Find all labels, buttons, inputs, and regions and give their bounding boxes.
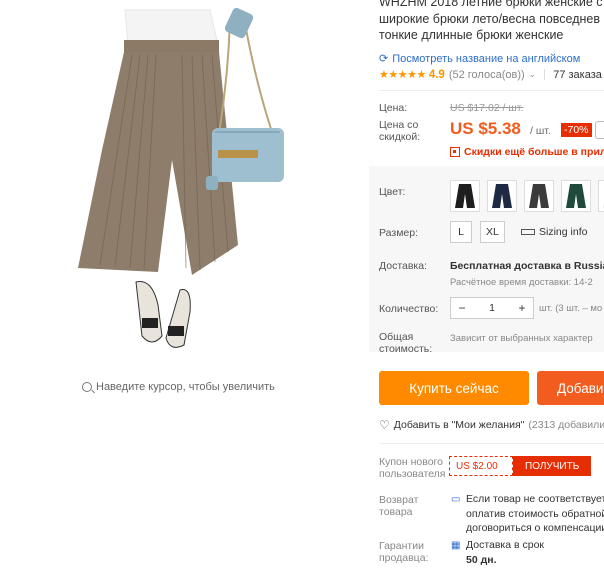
ruler-icon (521, 229, 535, 235)
translate-icon: ⟳ (379, 53, 389, 65)
color-swatch-grey[interactable] (524, 180, 554, 212)
guarantee-line: 50 дн. (466, 553, 544, 568)
quantity-decrease-button[interactable]: − (451, 301, 473, 315)
sizing-info-text[interactable]: Sizing info (539, 226, 587, 238)
title-line: широкие брюки лето/весна повседнев (379, 11, 601, 26)
wishlist-link[interactable]: ♡ Добавить в "Мои желания" (2313 добавил… (379, 418, 604, 432)
app-promo-text[interactable]: Скидки ещё больше в прило (464, 146, 604, 158)
color-swatch-white[interactable] (598, 180, 604, 212)
discount-price-label: Цена со скидкой: (379, 119, 431, 143)
quantity-label: Количество: (379, 303, 439, 315)
magnifier-icon (82, 382, 92, 392)
add-to-cart-button[interactable]: Добави (537, 371, 604, 405)
guarantee-label: Гарантии продавца: (379, 540, 428, 564)
shipping-method[interactable]: Бесплатная доставка в Russian (450, 260, 604, 272)
total-label-line: стоимость: (379, 343, 433, 355)
calendar-icon: ▦ (451, 540, 461, 551)
total-value: Зависит от выбранных характер (450, 333, 593, 344)
color-label: Цвет: (379, 186, 406, 198)
rating-value: 4.9 (428, 68, 445, 81)
discount-badge: -70% (561, 123, 592, 137)
coupon-label: Купон нового пользователя (379, 456, 446, 480)
qr-code-icon (450, 147, 460, 157)
pants-thumbnail (455, 184, 475, 208)
pants-thumbnail (566, 184, 586, 208)
price-unit: / шт. (530, 125, 551, 137)
votes-count[interactable]: (52 голоса(ов)) (449, 69, 525, 81)
zoom-hint: Наведите курсор, чтобы увеличить (82, 381, 275, 393)
product-gallery: Наведите курсор, чтобы увеличить (0, 0, 360, 570)
return-label-line: Возврат (379, 494, 419, 506)
return-label-line: товара (379, 506, 413, 518)
shipping-time: Расчётное время доставки: 14-2 (450, 277, 593, 288)
get-coupon-button[interactable]: ПОЛУЧИТЬ (513, 456, 592, 476)
quantity-stepper: − 1 + (450, 297, 534, 319)
size-label: Размер: (379, 227, 419, 239)
title-line: WHZHM 2018 летние брюки женские с (379, 0, 603, 9)
star-rating-icon: ★★★★★ (379, 69, 426, 81)
return-policy-line: договориться о компенсации (466, 522, 604, 534)
sizing-info-link[interactable]: Sizing info (521, 226, 587, 238)
app-promo[interactable]: Скидки ещё больше в прило (450, 146, 604, 158)
divider (379, 443, 604, 444)
chevron-down-icon[interactable]: ⌄ (529, 69, 537, 80)
guarantee-days: 50 дн. (466, 553, 497, 566)
color-swatch-black[interactable] (450, 180, 480, 212)
coupon-label-line: Купон нового (379, 456, 443, 468)
return-label: Возврат товара (379, 494, 418, 518)
translate-link[interactable]: ⟳ Посмотреть название на английском (379, 52, 580, 66)
guarantee-label-line: продавца: (379, 552, 429, 564)
title-line: тонкие длинные брюки женские (379, 28, 564, 42)
price-alert-button[interactable] (595, 121, 604, 139)
divider (379, 90, 604, 91)
coupon-label-line: пользователя (379, 468, 446, 480)
color-swatches (450, 180, 604, 212)
current-price: US $5.38 (450, 119, 521, 138)
translate-link-text[interactable]: Посмотреть название на английском (392, 53, 580, 65)
heart-icon: ♡ (379, 418, 390, 432)
separator (544, 69, 546, 80)
color-swatch-navy[interactable] (487, 180, 517, 212)
rating-row: ★★★★★ 4.9 (52 голоса(ов)) ⌄ 77 заказа (379, 68, 602, 82)
size-option-xl[interactable]: XL (480, 221, 505, 243)
total-label-line: Общая (379, 331, 414, 343)
size-option-l[interactable]: L (450, 221, 472, 243)
wishlist-count: (2313 добавили (528, 419, 604, 431)
guarantee-line: Доставка в срок (466, 539, 545, 551)
discount-price-label-text: Цена со скидкой: (379, 119, 421, 143)
coupon-amount: US $2.00 (449, 456, 513, 476)
pants-thumbnail (529, 184, 549, 208)
orders-count: 77 заказа (553, 68, 602, 81)
return-policy-icon: ▭ (451, 494, 461, 505)
wishlist-text[interactable]: Добавить в "Мои желания" (394, 419, 525, 431)
return-policy-text: Если товар не соответствует оплатив стои… (466, 492, 604, 536)
pants-thumbnail (492, 184, 512, 208)
buy-now-button[interactable]: Купить сейчас (379, 371, 529, 405)
return-policy-line: Если товар не соответствует (466, 493, 604, 505)
quantity-input[interactable]: 1 (481, 302, 503, 314)
product-photo[interactable] (40, 0, 320, 370)
old-price: US $17.02 / шт. (450, 102, 524, 114)
shipping-label: Доставка: (379, 260, 428, 272)
quantity-note: шт. (3 шт. – мо (539, 303, 603, 314)
color-swatch-green[interactable] (561, 180, 591, 212)
return-policy-line: оплатив стоимость обратной (466, 507, 604, 520)
product-title: WHZHM 2018 летние брюки женские с широки… (379, 0, 604, 44)
quantity-increase-button[interactable]: + (511, 301, 533, 315)
guarantee-text: Доставка в срок 50 дн. (466, 538, 544, 567)
total-label: Общая стоимость: (379, 331, 432, 355)
guarantee-label-line: Гарантии (379, 540, 424, 552)
product-detail: WHZHM 2018 летние брюки женские с широки… (369, 0, 604, 570)
price-label: Цена: (379, 102, 408, 114)
zoom-hint-text: Наведите курсор, чтобы увеличить (96, 381, 275, 393)
new-user-coupon: US $2.00 ПОЛУЧИТЬ (449, 456, 592, 476)
